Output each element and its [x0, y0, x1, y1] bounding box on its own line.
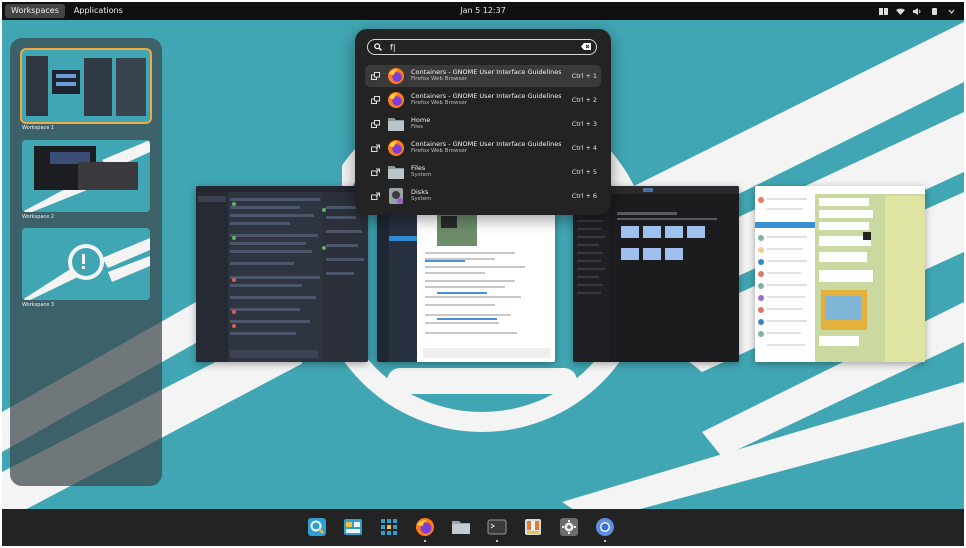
layout-icon[interactable]: [879, 7, 888, 15]
applications-button[interactable]: Applications: [68, 4, 129, 18]
dock-chromium-icon[interactable]: [595, 517, 615, 537]
chevron-down-icon[interactable]: [947, 8, 956, 15]
result-text: Containers - GNOME User Interface Guidel…: [411, 141, 561, 155]
system-tray[interactable]: [879, 2, 956, 20]
dock-workspaces-icon[interactable]: [343, 517, 363, 537]
result-subtitle: System: [411, 172, 432, 178]
launch-icon: [369, 143, 381, 153]
result-subtitle: System: [411, 196, 432, 202]
result-title: Home: [411, 117, 431, 124]
switch-window-icon: [369, 119, 381, 129]
result-title: Containers - GNOME User Interface Guidel…: [411, 93, 561, 100]
result-text: Containers - GNOME User Interface Guidel…: [411, 69, 561, 83]
dock: [2, 509, 964, 546]
disks-icon: [387, 187, 405, 205]
result-subtitle: Firefox Web Browser: [411, 148, 467, 154]
dock-settings-icon[interactable]: [559, 517, 579, 537]
result-subtitle: Firefox Web Browser: [411, 76, 467, 82]
search-popover: f| Containers - GNOME User Interface Gui…: [355, 29, 611, 215]
search-icon: [374, 43, 382, 51]
result-text: Files System: [411, 165, 561, 179]
workspace-label-3: Workspace 3: [22, 302, 55, 308]
result-shortcut: Ctrl + 5: [571, 168, 597, 176]
result-shortcut: Ctrl + 1: [571, 72, 597, 80]
folder-icon: [387, 163, 405, 181]
result-text: Home Files: [411, 117, 561, 131]
dock-store-icon[interactable]: [523, 517, 543, 537]
switch-window-icon: [369, 95, 381, 105]
chat-app-window[interactable]: [196, 186, 368, 362]
running-indicator: [604, 540, 606, 542]
search-result[interactable]: Containers - GNOME User Interface Guidel…: [365, 137, 601, 159]
result-shortcut: Ctrl + 6: [571, 192, 597, 200]
search-result[interactable]: Disks System Ctrl + 6: [365, 185, 601, 207]
switch-window-icon: [369, 71, 381, 81]
search-result[interactable]: Home Files Ctrl + 3: [365, 113, 601, 135]
dock-firefox-icon[interactable]: [415, 517, 435, 537]
telegram-window[interactable]: [755, 186, 925, 362]
dock-search-icon[interactable]: [307, 517, 327, 537]
result-shortcut: Ctrl + 3: [571, 120, 597, 128]
result-shortcut: Ctrl + 2: [571, 96, 597, 104]
result-title: Containers - GNOME User Interface Guidel…: [411, 141, 561, 148]
launch-icon: [369, 167, 381, 177]
workspace-thumbnail-2[interactable]: [22, 140, 150, 212]
clock: Jan 5 12:37: [460, 6, 506, 15]
result-subtitle: Firefox Web Browser: [411, 100, 467, 106]
search-result[interactable]: Containers - GNOME User Interface Guidel…: [365, 89, 601, 111]
workspace-label-1: Workspace 1: [22, 125, 55, 131]
workspace-switcher: Workspace 1 Workspace 2 Workspace 3: [10, 38, 162, 486]
search-result[interactable]: Files System Ctrl + 5: [365, 161, 601, 183]
desktop: Workspaces Applications Jan 5 12:37 Work…: [2, 2, 964, 546]
result-text: Containers - GNOME User Interface Guidel…: [411, 93, 561, 107]
result-shortcut: Ctrl + 4: [571, 144, 597, 152]
wifi-icon[interactable]: [896, 8, 905, 15]
result-text: Disks System: [411, 189, 561, 203]
workspace-1-preview: [22, 50, 150, 122]
launch-icon: [369, 191, 381, 201]
firefox-icon: [387, 91, 405, 109]
battery-icon[interactable]: [930, 7, 939, 15]
telegram-preview: [755, 186, 925, 362]
workspace-thumbnail-3[interactable]: [22, 228, 150, 300]
clear-icon[interactable]: [581, 43, 591, 50]
running-indicator: [496, 540, 498, 542]
workspace-3-preview: [22, 228, 150, 300]
search-query: f|: [390, 42, 396, 52]
dock-terminal-icon[interactable]: [487, 517, 507, 537]
result-title: Containers - GNOME User Interface Guidel…: [411, 69, 561, 76]
workspace-thumbnail-1[interactable]: [20, 48, 152, 124]
firefox-icon: [387, 67, 405, 85]
top-bar: Workspaces Applications Jan 5 12:37: [2, 2, 964, 20]
search-input[interactable]: f|: [367, 39, 597, 55]
firefox-icon: [387, 139, 405, 157]
workspace-label-2: Workspace 2: [22, 214, 55, 220]
chat-app-preview: [196, 186, 368, 362]
workspace-2-preview: [22, 140, 150, 212]
result-title: Files: [411, 165, 426, 172]
volume-icon[interactable]: [913, 7, 922, 15]
dock-files-icon[interactable]: [451, 517, 471, 537]
dock-app-grid-icon[interactable]: [379, 517, 399, 537]
result-subtitle: Files: [411, 124, 424, 130]
running-indicator: [424, 540, 426, 542]
result-title: Disks: [411, 189, 429, 196]
workspaces-button[interactable]: Workspaces: [5, 4, 65, 18]
search-result[interactable]: Containers - GNOME User Interface Guidel…: [365, 65, 601, 87]
folder-icon: [387, 115, 405, 133]
